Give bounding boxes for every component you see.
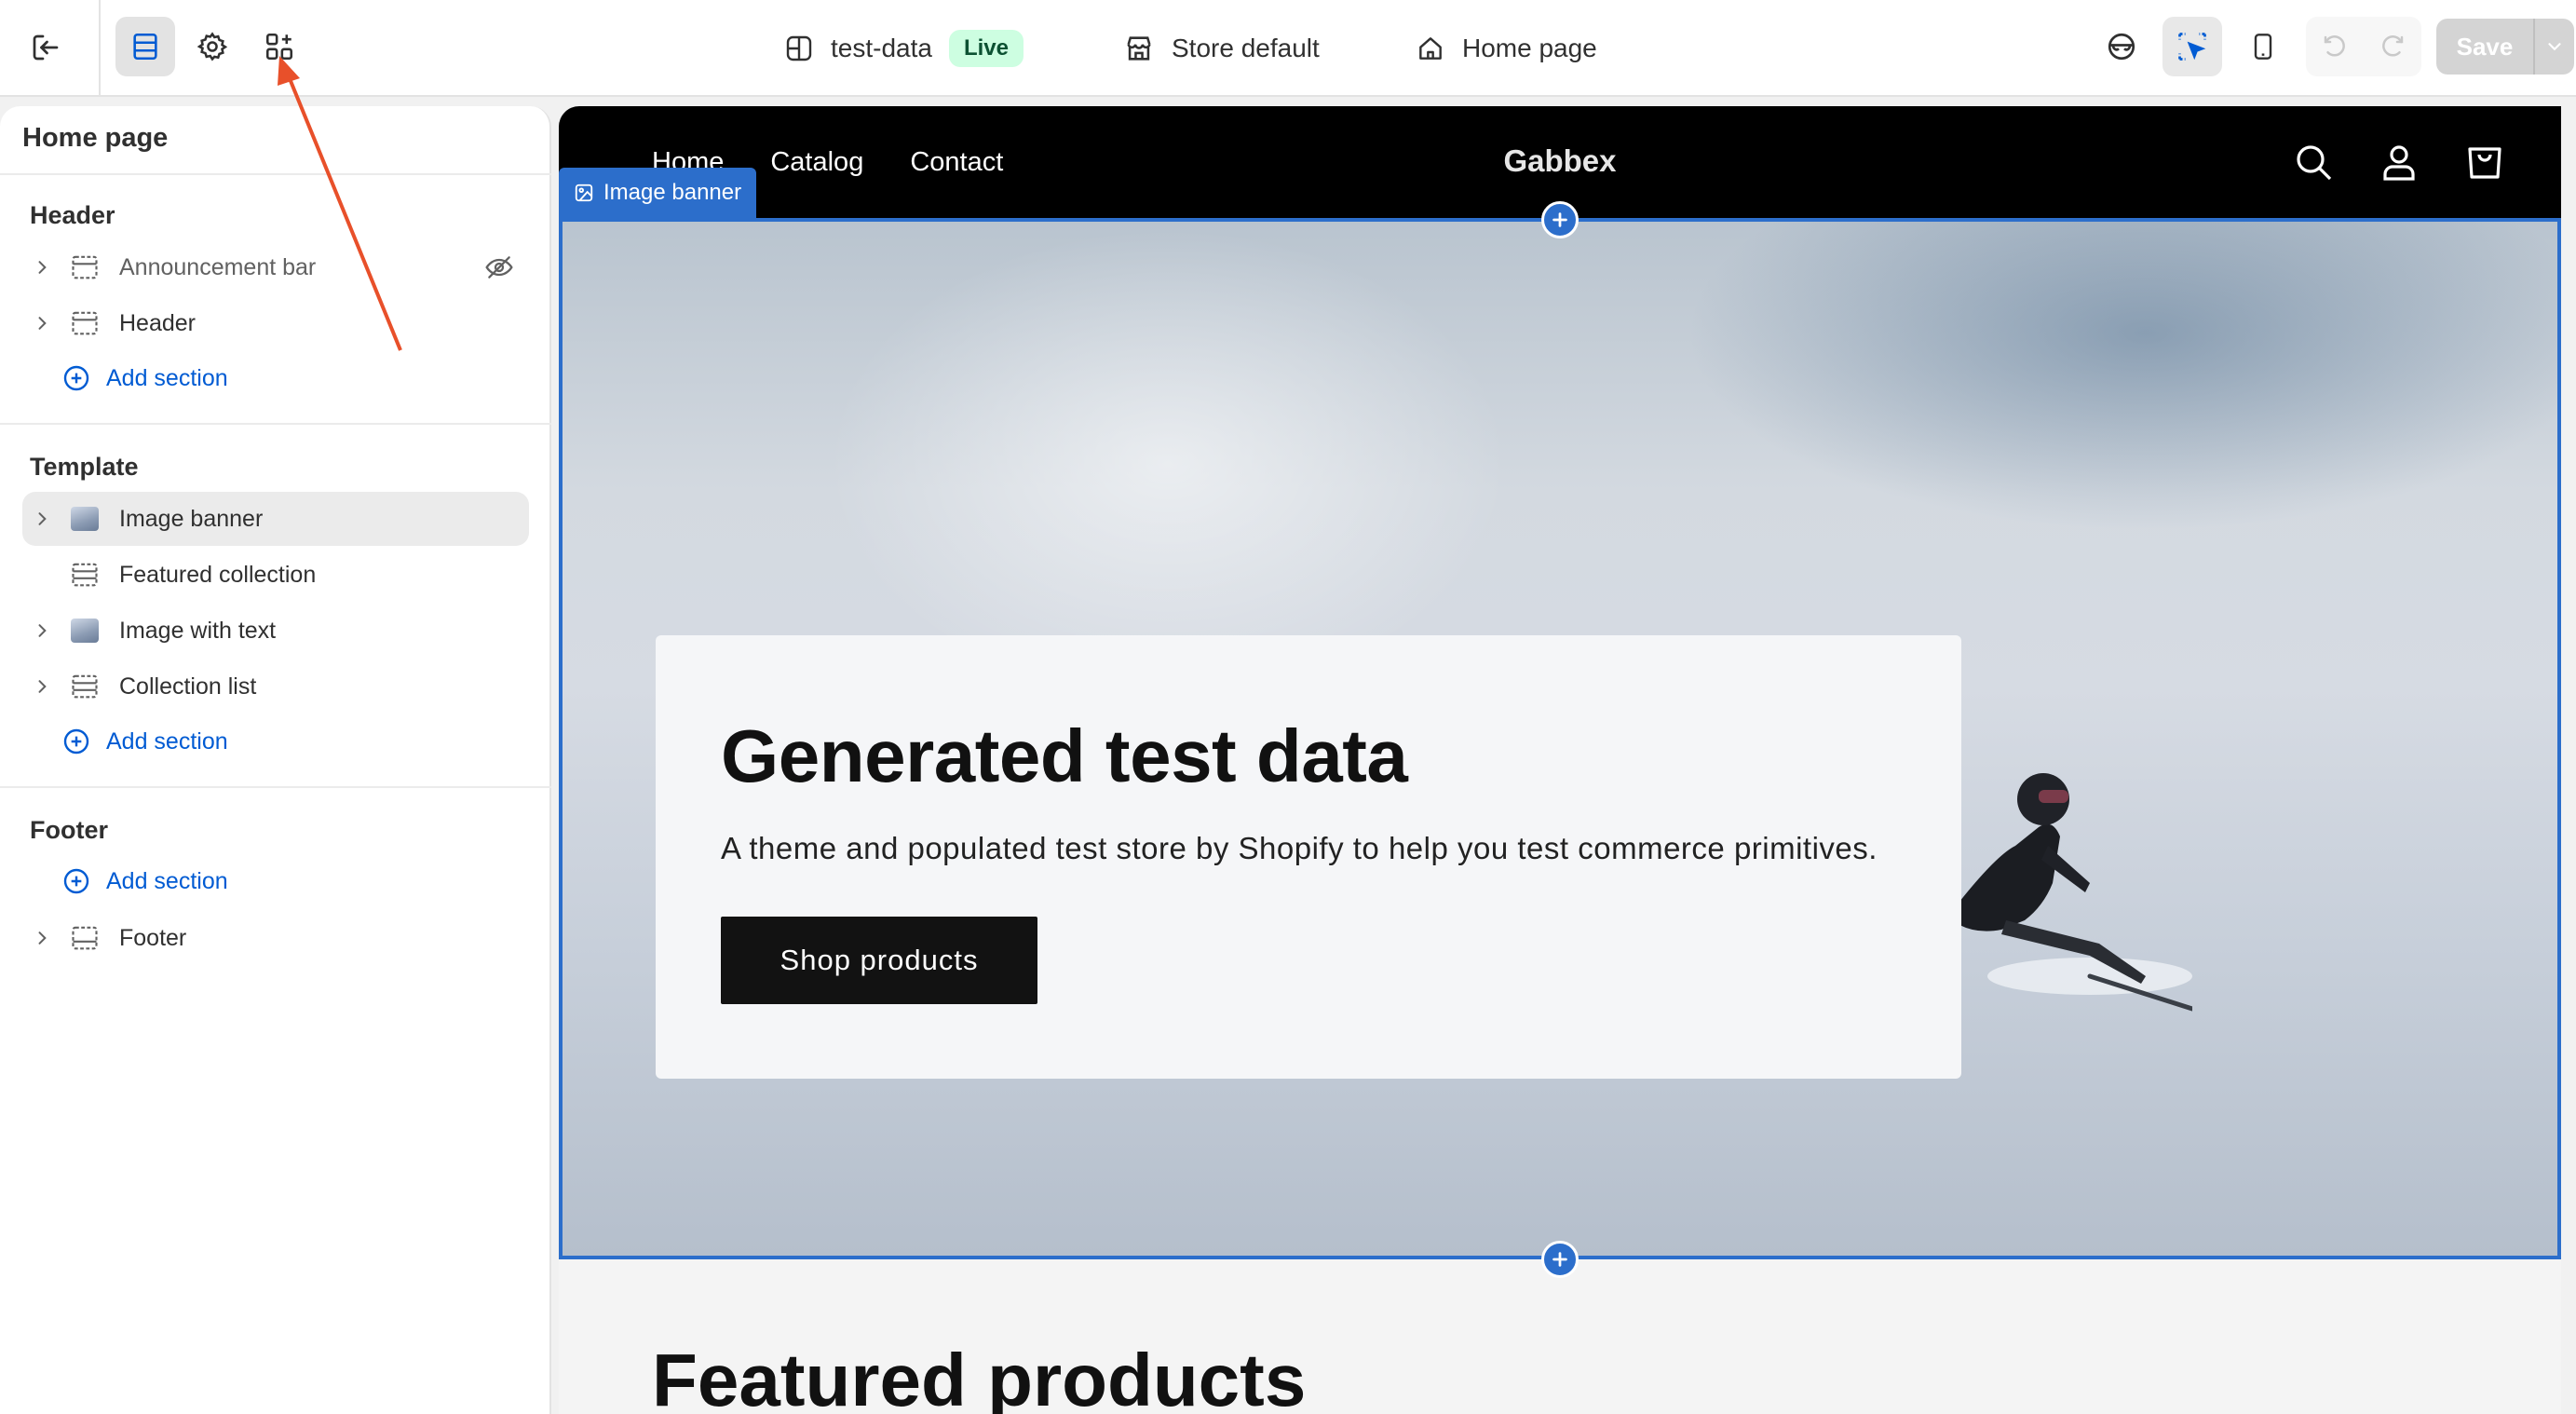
live-badge: Live xyxy=(948,30,1024,67)
store-brand[interactable]: Gabbex xyxy=(559,143,2561,179)
select-tool-button[interactable] xyxy=(2162,17,2222,76)
exit-button[interactable] xyxy=(17,19,75,76)
eye-off-icon[interactable] xyxy=(484,252,514,287)
selected-section-tag: Image banner xyxy=(559,168,757,218)
chevron-right-icon[interactable] xyxy=(28,314,56,333)
image-icon xyxy=(575,184,593,202)
section-label: Featured collection xyxy=(119,561,317,588)
banner-content-box: Generated test data A theme and populate… xyxy=(656,635,1961,1079)
section-row-announcement-bar[interactable]: Announcement bar xyxy=(22,240,529,294)
mask-icon xyxy=(2108,33,2135,61)
insert-section-below-button[interactable] xyxy=(1541,1241,1579,1278)
section-layout-icon xyxy=(65,252,104,282)
theme-icon xyxy=(786,35,812,61)
image-thumbnail xyxy=(65,616,104,646)
theme-name: test-data xyxy=(831,34,932,62)
image-banner-section[interactable]: Generated test data A theme and populate… xyxy=(559,218,2561,1259)
add-section-footer[interactable]: Add section xyxy=(61,863,228,900)
section-row-collection-list[interactable]: Collection list xyxy=(22,659,529,714)
theme-settings-button[interactable] xyxy=(183,17,242,76)
sections-tab-button[interactable] xyxy=(115,17,175,76)
plus-icon xyxy=(1552,212,1567,227)
home-icon xyxy=(1419,37,1442,60)
add-section-label: Add section xyxy=(106,364,228,391)
plus-icon xyxy=(1552,1252,1567,1267)
mobile-preview-button[interactable] xyxy=(2233,17,2293,76)
market-selector[interactable]: Store default xyxy=(1123,24,1320,73)
section-label: Announcement bar xyxy=(119,253,317,280)
add-section-label: Add section xyxy=(106,727,228,755)
shop-products-button[interactable]: Shop products xyxy=(721,917,1037,1004)
plus-circle-icon xyxy=(63,868,89,894)
group-title-footer: Footer xyxy=(30,816,108,844)
chevron-right-icon[interactable] xyxy=(28,510,56,528)
divider xyxy=(0,786,551,788)
undo-redo-group xyxy=(2306,17,2421,76)
banner-heading: Generated test data xyxy=(721,714,1408,797)
section-row-image-banner[interactable]: Image banner xyxy=(22,492,529,546)
sidebar-title: Home page xyxy=(22,123,169,153)
plus-circle-icon xyxy=(63,728,89,755)
market-label: Store default xyxy=(1172,34,1320,62)
banner-subheading: A theme and populated test store by Shop… xyxy=(721,831,1878,865)
chevron-down-icon xyxy=(2548,43,2561,51)
save-group: Save xyxy=(2436,19,2576,75)
store-icon xyxy=(1127,36,1151,61)
exit-icon xyxy=(33,34,59,61)
gear-icon xyxy=(197,32,228,61)
chevron-right-icon[interactable] xyxy=(28,929,56,947)
section-row-header[interactable]: Header xyxy=(22,296,529,350)
store-header-icons xyxy=(2291,140,2507,184)
section-row-footer[interactable]: Footer xyxy=(22,911,529,965)
cart-icon[interactable] xyxy=(2462,140,2507,184)
chevron-right-icon[interactable] xyxy=(28,677,56,696)
section-label: Collection list xyxy=(119,673,257,700)
section-layout-icon xyxy=(65,308,104,338)
sections-sidebar: Home page Header Announcement bar Header… xyxy=(0,106,551,1414)
search-icon[interactable] xyxy=(2291,140,2336,184)
chevron-right-icon[interactable] xyxy=(28,621,56,640)
section-row-featured-collection[interactable]: Featured collection xyxy=(22,548,529,602)
section-label: Footer xyxy=(119,924,187,951)
mobile-icon xyxy=(2254,34,2272,60)
account-icon[interactable] xyxy=(2377,140,2421,184)
section-label: Header xyxy=(119,309,196,336)
sections-icon xyxy=(133,33,157,61)
featured-products-heading: Featured products xyxy=(652,1339,1307,1414)
section-label: Image banner xyxy=(119,505,264,532)
add-section-label: Add section xyxy=(106,867,228,894)
add-section-template[interactable]: Add section xyxy=(61,723,228,760)
section-layout-icon xyxy=(65,560,104,590)
topbar-divider xyxy=(99,0,101,97)
section-label: Image with text xyxy=(119,617,277,644)
divider xyxy=(0,423,551,425)
section-layout-icon xyxy=(65,923,104,953)
redo-icon[interactable] xyxy=(2379,33,2407,61)
section-row-image-with-text[interactable]: Image with text xyxy=(22,604,529,658)
apps-icon xyxy=(265,33,293,61)
snowboarder-image xyxy=(1959,773,2192,1012)
plus-circle-icon xyxy=(63,365,89,391)
save-options-button[interactable] xyxy=(2533,19,2574,75)
image-thumbnail xyxy=(65,504,104,534)
group-title-header: Header xyxy=(30,201,115,229)
chevron-right-icon[interactable] xyxy=(28,258,56,277)
preview-scrollbar[interactable] xyxy=(2561,106,2576,1414)
template-selector[interactable]: Home page xyxy=(1416,24,1597,73)
add-section-header[interactable]: Add section xyxy=(61,360,228,397)
template-label: Home page xyxy=(1462,34,1597,62)
section-tag-label: Image banner xyxy=(603,180,742,205)
cursor-select-icon xyxy=(2178,33,2206,61)
app-embeds-button[interactable] xyxy=(250,17,309,76)
inspector-button[interactable] xyxy=(2092,17,2151,76)
save-button[interactable]: Save xyxy=(2436,19,2533,75)
insert-section-above-button[interactable] xyxy=(1541,201,1579,238)
section-layout-icon xyxy=(65,672,104,701)
divider xyxy=(0,173,551,175)
undo-icon[interactable] xyxy=(2321,33,2349,61)
group-title-template: Template xyxy=(30,453,139,481)
store-preview: Home Catalog Contact Gabbex Image banner… xyxy=(559,106,2561,1414)
theme-selector[interactable]: test-data Live xyxy=(784,24,1024,73)
editor-topbar: test-data Live Store default Home page S… xyxy=(0,0,2576,97)
